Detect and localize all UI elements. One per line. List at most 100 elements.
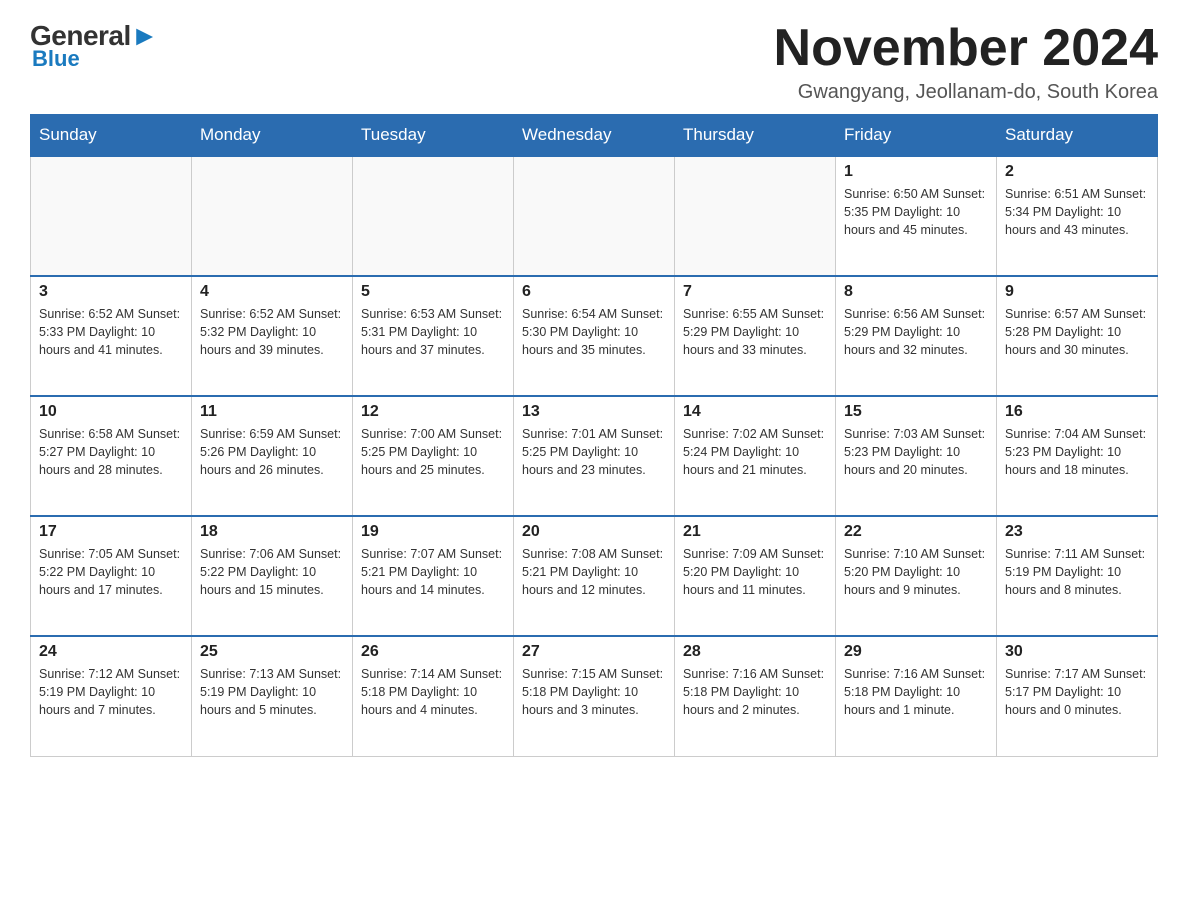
day-number: 1 (844, 163, 988, 181)
day-info: Sunrise: 7:17 AM Sunset: 5:17 PM Dayligh… (1005, 665, 1149, 719)
day-header-tuesday: Tuesday (353, 115, 514, 157)
calendar-cell: 5 Sunrise: 6:53 AM Sunset: 5:31 PM Daylig… (353, 276, 514, 396)
day-number: 16 (1005, 403, 1149, 421)
calendar-cell (675, 156, 836, 276)
calendar-cell (192, 156, 353, 276)
calendar-cell: 13 Sunrise: 7:01 AM Sunset: 5:25 PM Dayli… (514, 396, 675, 516)
logo-blue-text: Blue (32, 46, 80, 72)
day-info: Sunrise: 6:52 AM Sunset: 5:33 PM Dayligh… (39, 305, 183, 359)
day-number: 5 (361, 283, 505, 301)
calendar-cell: 7 Sunrise: 6:55 AM Sunset: 5:29 PM Daylig… (675, 276, 836, 396)
calendar-cell: 27 Sunrise: 7:15 AM Sunset: 5:18 PM Dayli… (514, 636, 675, 756)
day-info: Sunrise: 7:00 AM Sunset: 5:25 PM Dayligh… (361, 425, 505, 479)
calendar-week-row: 3 Sunrise: 6:52 AM Sunset: 5:33 PM Daylig… (31, 276, 1158, 396)
calendar-week-row: 24Sunrise: 7:12 AM Sunset: 5:19 PM Dayli… (31, 636, 1158, 756)
day-info: Sunrise: 7:10 AM Sunset: 5:20 PM Dayligh… (844, 545, 988, 599)
calendar-cell: 24Sunrise: 7:12 AM Sunset: 5:19 PM Dayli… (31, 636, 192, 756)
calendar-cell: 8 Sunrise: 6:56 AM Sunset: 5:29 PM Daylig… (836, 276, 997, 396)
calendar-cell: 16 Sunrise: 7:04 AM Sunset: 5:23 PM Dayli… (997, 396, 1158, 516)
calendar-week-row: 17Sunrise: 7:05 AM Sunset: 5:22 PM Dayli… (31, 516, 1158, 636)
day-number: 20 (522, 523, 666, 541)
day-info: Sunrise: 6:54 AM Sunset: 5:30 PM Dayligh… (522, 305, 666, 359)
day-info: Sunrise: 7:15 AM Sunset: 5:18 PM Dayligh… (522, 665, 666, 719)
day-number: 27 (522, 643, 666, 661)
day-number: 12 (361, 403, 505, 421)
day-info: Sunrise: 6:53 AM Sunset: 5:31 PM Dayligh… (361, 305, 505, 359)
day-info: Sunrise: 6:52 AM Sunset: 5:32 PM Dayligh… (200, 305, 344, 359)
day-header-friday: Friday (836, 115, 997, 157)
calendar-cell (31, 156, 192, 276)
calendar-cell: 10 Sunrise: 6:58 AM Sunset: 5:27 PM Dayli… (31, 396, 192, 516)
day-number: 29 (844, 643, 988, 661)
day-number: 9 (1005, 283, 1149, 301)
calendar-cell: 12 Sunrise: 7:00 AM Sunset: 5:25 PM Dayli… (353, 396, 514, 516)
day-info: Sunrise: 6:55 AM Sunset: 5:29 PM Dayligh… (683, 305, 827, 359)
calendar-cell: 29 Sunrise: 7:16 AM Sunset: 5:18 PM Dayli… (836, 636, 997, 756)
calendar-week-row: 10 Sunrise: 6:58 AM Sunset: 5:27 PM Dayli… (31, 396, 1158, 516)
day-number: 13 (522, 403, 666, 421)
day-number: 10 (39, 403, 183, 421)
calendar-table: SundayMondayTuesdayWednesdayThursdayFrid… (30, 114, 1158, 757)
day-number: 30 (1005, 643, 1149, 661)
calendar-cell: 15Sunrise: 7:03 AM Sunset: 5:23 PM Dayli… (836, 396, 997, 516)
day-number: 14 (683, 403, 827, 421)
day-number: 2 (1005, 163, 1149, 181)
day-info: Sunrise: 6:56 AM Sunset: 5:29 PM Dayligh… (844, 305, 988, 359)
day-header-thursday: Thursday (675, 115, 836, 157)
day-number: 18 (200, 523, 344, 541)
day-info: Sunrise: 7:09 AM Sunset: 5:20 PM Dayligh… (683, 545, 827, 599)
calendar-cell: 20 Sunrise: 7:08 AM Sunset: 5:21 PM Dayli… (514, 516, 675, 636)
day-number: 22 (844, 523, 988, 541)
day-info: Sunrise: 7:08 AM Sunset: 5:21 PM Dayligh… (522, 545, 666, 599)
day-info: Sunrise: 7:01 AM Sunset: 5:25 PM Dayligh… (522, 425, 666, 479)
day-number: 11 (200, 403, 344, 421)
logo-triangle-icon: ► (131, 20, 158, 51)
calendar-cell: 30 Sunrise: 7:17 AM Sunset: 5:17 PM Dayli… (997, 636, 1158, 756)
calendar-cell: 2 Sunrise: 6:51 AM Sunset: 5:34 PM Daylig… (997, 156, 1158, 276)
calendar-cell: 11 Sunrise: 6:59 AM Sunset: 5:26 PM Dayli… (192, 396, 353, 516)
calendar-cell: 23Sunrise: 7:11 AM Sunset: 5:19 PM Dayli… (997, 516, 1158, 636)
day-header-wednesday: Wednesday (514, 115, 675, 157)
calendar-week-row: 1Sunrise: 6:50 AM Sunset: 5:35 PM Daylig… (31, 156, 1158, 276)
day-info: Sunrise: 6:59 AM Sunset: 5:26 PM Dayligh… (200, 425, 344, 479)
day-number: 23 (1005, 523, 1149, 541)
calendar-cell: 26 Sunrise: 7:14 AM Sunset: 5:18 PM Dayli… (353, 636, 514, 756)
calendar-cell: 28 Sunrise: 7:16 AM Sunset: 5:18 PM Dayli… (675, 636, 836, 756)
day-number: 17 (39, 523, 183, 541)
calendar-cell: 19 Sunrise: 7:07 AM Sunset: 5:21 PM Dayli… (353, 516, 514, 636)
day-number: 4 (200, 283, 344, 301)
day-info: Sunrise: 7:13 AM Sunset: 5:19 PM Dayligh… (200, 665, 344, 719)
day-number: 21 (683, 523, 827, 541)
calendar-header-row: SundayMondayTuesdayWednesdayThursdayFrid… (31, 115, 1158, 157)
month-title: November 2024 (774, 20, 1158, 77)
day-number: 25 (200, 643, 344, 661)
day-number: 19 (361, 523, 505, 541)
calendar-cell: 25 Sunrise: 7:13 AM Sunset: 5:19 PM Dayli… (192, 636, 353, 756)
day-number: 3 (39, 283, 183, 301)
day-info: Sunrise: 6:58 AM Sunset: 5:27 PM Dayligh… (39, 425, 183, 479)
day-header-sunday: Sunday (31, 115, 192, 157)
day-number: 26 (361, 643, 505, 661)
calendar-cell: 9 Sunrise: 6:57 AM Sunset: 5:28 PM Daylig… (997, 276, 1158, 396)
calendar-cell: 18 Sunrise: 7:06 AM Sunset: 5:22 PM Dayli… (192, 516, 353, 636)
day-info: Sunrise: 7:03 AM Sunset: 5:23 PM Dayligh… (844, 425, 988, 479)
day-info: Sunrise: 7:06 AM Sunset: 5:22 PM Dayligh… (200, 545, 344, 599)
day-info: Sunrise: 7:04 AM Sunset: 5:23 PM Dayligh… (1005, 425, 1149, 479)
day-number: 8 (844, 283, 988, 301)
calendar-cell: 22 Sunrise: 7:10 AM Sunset: 5:20 PM Dayli… (836, 516, 997, 636)
day-info: Sunrise: 7:16 AM Sunset: 5:18 PM Dayligh… (844, 665, 988, 719)
day-info: Sunrise: 7:07 AM Sunset: 5:21 PM Dayligh… (361, 545, 505, 599)
calendar-cell (353, 156, 514, 276)
calendar-cell: 14Sunrise: 7:02 AM Sunset: 5:24 PM Dayli… (675, 396, 836, 516)
day-header-saturday: Saturday (997, 115, 1158, 157)
day-info: Sunrise: 7:16 AM Sunset: 5:18 PM Dayligh… (683, 665, 827, 719)
day-number: 7 (683, 283, 827, 301)
day-info: Sunrise: 7:12 AM Sunset: 5:19 PM Dayligh… (39, 665, 183, 719)
day-info: Sunrise: 6:57 AM Sunset: 5:28 PM Dayligh… (1005, 305, 1149, 359)
day-info: Sunrise: 7:14 AM Sunset: 5:18 PM Dayligh… (361, 665, 505, 719)
location: Gwangyang, Jeollanam-do, South Korea (774, 81, 1158, 104)
logo: General► Blue (30, 20, 158, 72)
day-header-monday: Monday (192, 115, 353, 157)
day-info: Sunrise: 6:51 AM Sunset: 5:34 PM Dayligh… (1005, 185, 1149, 239)
day-number: 28 (683, 643, 827, 661)
